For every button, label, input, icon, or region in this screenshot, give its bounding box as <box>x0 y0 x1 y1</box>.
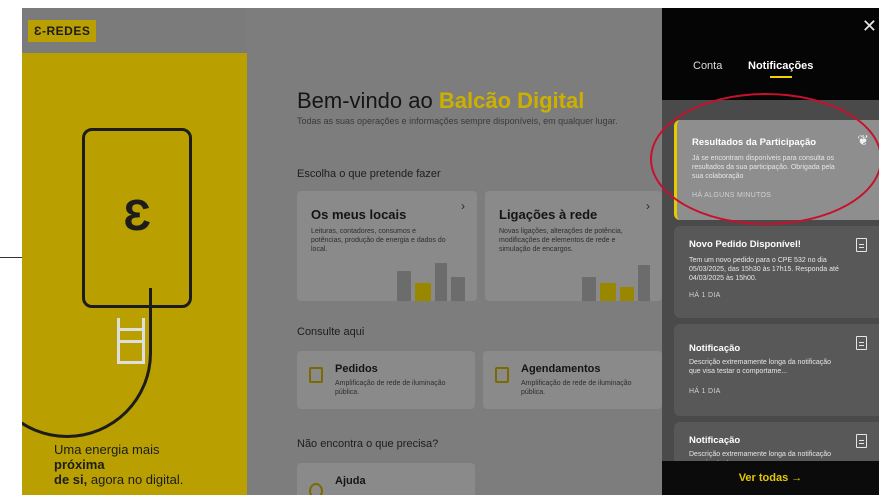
tagline-line-1: Uma energia mais <box>54 442 160 457</box>
card-appointments[interactable]: Agendamentos Amplificação de rede de ilu… <box>483 351 662 409</box>
page-subtitle: Todas as suas operações e informações se… <box>297 116 618 126</box>
brand-mark-icon: Ɛ <box>123 191 151 240</box>
document-icon <box>856 238 867 252</box>
consult-section-heading: Consulte aqui <box>297 326 365 338</box>
app-frame: Ɛ-REDES Ɛ Uma energia mais próxima de si… <box>22 8 879 495</box>
tab-account[interactable]: Conta <box>693 60 722 72</box>
page-title: Bem-vindo ao Balcão Digital <box>297 88 584 114</box>
notification-title: Notificação <box>689 435 741 446</box>
not-found-heading: Não encontra o que precisa? <box>297 438 439 450</box>
tagline-line-3-rest: agora no digital. <box>87 472 184 487</box>
divider-line <box>0 257 24 258</box>
calendar-icon <box>309 367 323 383</box>
plug-prong-icon <box>117 318 145 364</box>
card-title: Agendamentos <box>521 363 601 375</box>
notification-title: Notificação <box>689 343 741 354</box>
close-icon[interactable]: ✕ <box>862 16 877 37</box>
notification-item[interactable]: Notificação Descrição extremamente longa… <box>674 324 879 416</box>
calendar-clock-icon <box>495 367 509 383</box>
document-icon <box>856 336 867 350</box>
notification-description: Tem um novo pedido para o CPE 532 no dia… <box>689 257 839 282</box>
tab-notifications[interactable]: Notificações <box>748 60 813 72</box>
city-illustration-icon <box>582 261 652 301</box>
card-help[interactable]: Ajuda <box>297 463 475 495</box>
card-requests[interactable]: Pedidos Amplificação de rede de iluminaç… <box>297 351 475 409</box>
card-description: Leituras, contadores, consumos e potênci… <box>311 228 446 253</box>
hero-panel: Ɛ-REDES Ɛ Uma energia mais próxima de si… <box>22 8 247 495</box>
notification-title: Novo Pedido Disponível! <box>689 239 801 250</box>
welcome-prefix: Bem-vindo ao <box>297 88 439 113</box>
notification-item[interactable]: Novo Pedido Disponível! Tem um novo pedi… <box>674 226 879 318</box>
highlight-ring <box>650 93 879 225</box>
hero-tagline: Uma energia mais próxima de si, agora no… <box>54 442 183 487</box>
main-content: Bem-vindo ao Balcão Digital Todas as sua… <box>247 8 662 495</box>
card-title: Pedidos <box>335 363 378 375</box>
panel-footer: Ver todas → <box>662 461 879 495</box>
notifications-panel: ✕ Conta Notificações ❦ Resultados da Par… <box>662 8 879 495</box>
card-title: Ligações à rede <box>499 207 598 222</box>
card-description: Novas ligações, alterações de potência, … <box>499 228 623 253</box>
see-all-link[interactable]: Ver todas → <box>662 472 879 484</box>
chevron-right-icon: › <box>646 199 650 213</box>
card-description: Amplificação de rede de iluminação públi… <box>521 380 632 396</box>
card-description: Amplificação de rede de iluminação públi… <box>335 380 446 396</box>
tagline-line-3-bold: de si, <box>54 472 88 487</box>
city-illustration-icon <box>397 261 467 301</box>
panel-header: ✕ Conta Notificações <box>662 8 879 100</box>
card-my-locations[interactable]: › Os meus locais Leituras, contadores, c… <box>297 191 477 301</box>
active-tab-indicator <box>770 76 792 78</box>
card-title: Ajuda <box>335 475 366 487</box>
card-grid-connections[interactable]: › Ligações à rede Novas ligações, altera… <box>485 191 662 301</box>
document-icon <box>856 434 867 448</box>
card-title: Os meus locais <box>311 207 407 222</box>
notification-time: HÁ 1 DIA <box>689 388 721 395</box>
notification-time: HÁ 1 DIA <box>689 292 721 299</box>
help-icon <box>309 483 323 495</box>
page-margin <box>0 0 22 495</box>
brand-logo[interactable]: Ɛ-REDES <box>28 20 97 42</box>
welcome-highlight: Balcão Digital <box>438 88 585 113</box>
plug-illustration: Ɛ <box>82 128 192 308</box>
choose-section-heading: Escolha o que pretende fazer <box>297 168 441 180</box>
notification-description: Descrição extremamente longa da notifica… <box>689 359 832 375</box>
chevron-right-icon: › <box>461 199 465 213</box>
tagline-line-2: próxima <box>54 457 105 472</box>
